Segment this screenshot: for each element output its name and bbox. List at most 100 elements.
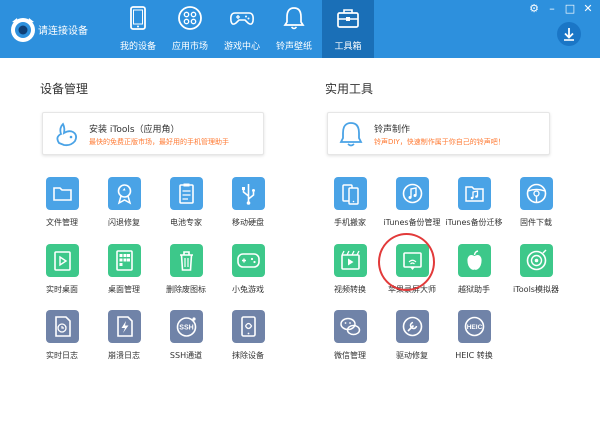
tool-wechat-management[interactable]: 微信管理	[316, 310, 384, 372]
settings-icon[interactable]: ⚙	[527, 2, 541, 16]
connect-device-status[interactable]: 请连接设备	[38, 22, 88, 37]
download-icon	[564, 28, 574, 41]
tool-crash-repair[interactable]: 闪退修复	[90, 177, 158, 239]
tab-game-center[interactable]: 游戏中心	[216, 0, 268, 58]
card-subtitle: 最快的免费正版市场，最好用的手机管理助手	[89, 138, 229, 146]
tool-heic-convert[interactable]: HEIC HEIC 转换	[440, 310, 508, 372]
tool-label: 驱动修复	[396, 351, 428, 360]
usb-icon	[232, 177, 265, 210]
tool-jailbreak-assistant[interactable]: 越狱助手	[440, 244, 508, 306]
erase-icon	[232, 310, 265, 343]
utility-tools-title: 实用工具	[325, 82, 374, 96]
bell-icon	[283, 7, 305, 30]
tab-label: 铃声壁纸	[275, 42, 312, 52]
tool-file-management[interactable]: 文件管理	[28, 177, 96, 239]
video-icon	[334, 244, 367, 277]
tool-label: 视频转换	[334, 285, 366, 294]
tool-firmware-download[interactable]: 固件下载	[502, 177, 570, 239]
music-folder-icon	[458, 177, 491, 210]
tool-label: 桌面管理	[108, 285, 140, 294]
svg-text:HEIC: HEIC	[467, 324, 483, 331]
tool-label: 崩溃日志	[108, 351, 140, 360]
close-icon[interactable]: ✕	[581, 2, 595, 16]
tablet-icon	[130, 6, 146, 30]
simulator-icon	[520, 244, 553, 277]
tool-battery-expert[interactable]: 电池专家	[152, 177, 220, 239]
device-management-title: 设备管理	[40, 82, 89, 96]
tool-label: 固件下载	[520, 218, 552, 227]
tool-bunny-games[interactable]: 小兔游戏	[214, 244, 282, 306]
tool-label: 移动硬盘	[232, 218, 264, 227]
tool-label: 手机搬家	[334, 218, 366, 227]
tool-label: iTunes备份迁移	[445, 218, 503, 227]
tool-label: 文件管理	[46, 218, 78, 227]
tool-label: 实时桌面	[46, 285, 78, 294]
music-disc-icon	[396, 177, 429, 210]
minimize-icon[interactable]: –	[545, 2, 559, 16]
clipboard-icon	[170, 177, 203, 210]
ssh-icon: SSH	[170, 310, 203, 343]
tool-erase-device[interactable]: 抹除设备	[214, 310, 282, 372]
heic-icon: HEIC	[458, 310, 491, 343]
tool-label: 越狱助手	[458, 285, 490, 294]
tool-ssh-channel[interactable]: SSH SSH通道	[152, 310, 220, 372]
card-subtitle: 铃声DIY，快速制作属于你自己的铃声吧！	[374, 138, 505, 146]
tool-itunes-backup-manage[interactable]: iTunes备份管理	[378, 177, 446, 239]
svg-text:SSH: SSH	[179, 325, 193, 332]
tool-phone-move[interactable]: 手机搬家	[316, 177, 384, 239]
clock-doc-icon	[46, 310, 79, 343]
trash-icon	[170, 244, 203, 277]
ringtone-maker-card[interactable]: 铃声制作 铃声DIY，快速制作属于你自己的铃声吧！	[327, 112, 550, 155]
tool-itools-simulator[interactable]: iTools模拟器	[502, 244, 570, 306]
folder-icon	[46, 177, 79, 210]
tool-label: 抹除设备	[232, 351, 264, 360]
tab-app-market[interactable]: 应用市场	[164, 0, 216, 58]
tool-label: 闪退修复	[108, 218, 140, 227]
rabbit-icon	[56, 122, 78, 147]
tool-realtime-log[interactable]: 实时日志	[28, 310, 96, 372]
tab-toolbox[interactable]: 工具箱	[322, 0, 374, 58]
highlight-circle	[378, 233, 435, 291]
tool-crash-log[interactable]: 崩溃日志	[90, 310, 158, 372]
tool-driver-repair[interactable]: 驱动修复	[378, 310, 446, 372]
tool-desktop-management[interactable]: 桌面管理	[90, 244, 158, 306]
steering-icon	[520, 177, 553, 210]
tool-itunes-backup-migrate[interactable]: iTunes备份迁移	[440, 177, 508, 239]
tool-label: 小兔游戏	[232, 285, 264, 294]
tool-label: 微信管理	[334, 351, 366, 360]
tab-label: 应用市场	[171, 42, 208, 52]
gamepad-icon	[232, 244, 265, 277]
tool-realtime-desktop[interactable]: 实时桌面	[28, 244, 96, 306]
itools-logo-icon	[8, 14, 38, 44]
tool-label: 实时日志	[46, 351, 78, 360]
tab-label: 我的设备	[119, 42, 156, 52]
maximize-icon[interactable]: □	[563, 2, 577, 16]
apple-icon	[458, 244, 491, 277]
card-title: 安装 iTools（应用角）	[89, 125, 180, 135]
install-itools-card[interactable]: 安装 iTools（应用角） 最快的免费正版市场，最好用的手机管理助手	[42, 112, 264, 155]
tool-label: iTunes备份管理	[383, 218, 441, 227]
title-bar: 请连接设备 我的设备 应用市场 游戏中心 铃声壁纸 工具箱 ⚙ – □ ✕	[0, 0, 600, 58]
tool-label: 删除废图标	[166, 285, 206, 294]
apps-grid-icon	[178, 6, 202, 30]
phone-move-icon	[334, 177, 367, 210]
tool-delete-icons[interactable]: 删除废图标	[152, 244, 220, 306]
tool-video-convert[interactable]: 视频转换	[316, 244, 384, 306]
tool-label: SSH通道	[169, 351, 203, 360]
wechat-icon	[334, 310, 367, 343]
medal-icon	[108, 177, 141, 210]
tab-label: 工具箱	[334, 42, 362, 52]
grid-icon	[108, 244, 141, 277]
tab-my-device[interactable]: 我的设备	[112, 0, 164, 58]
tool-label: iTools模拟器	[513, 285, 559, 294]
wrench-icon	[396, 310, 429, 343]
tab-ringtone-wallpaper[interactable]: 铃声壁纸	[268, 0, 320, 58]
lightning-doc-icon	[108, 310, 141, 343]
tool-mobile-disk[interactable]: 移动硬盘	[214, 177, 282, 239]
toolbox-icon	[337, 9, 359, 28]
download-button[interactable]	[557, 22, 581, 46]
tool-label: 电池专家	[170, 218, 202, 227]
gamepad-icon	[230, 12, 254, 25]
play-icon	[46, 244, 79, 277]
bell-icon	[339, 122, 363, 147]
